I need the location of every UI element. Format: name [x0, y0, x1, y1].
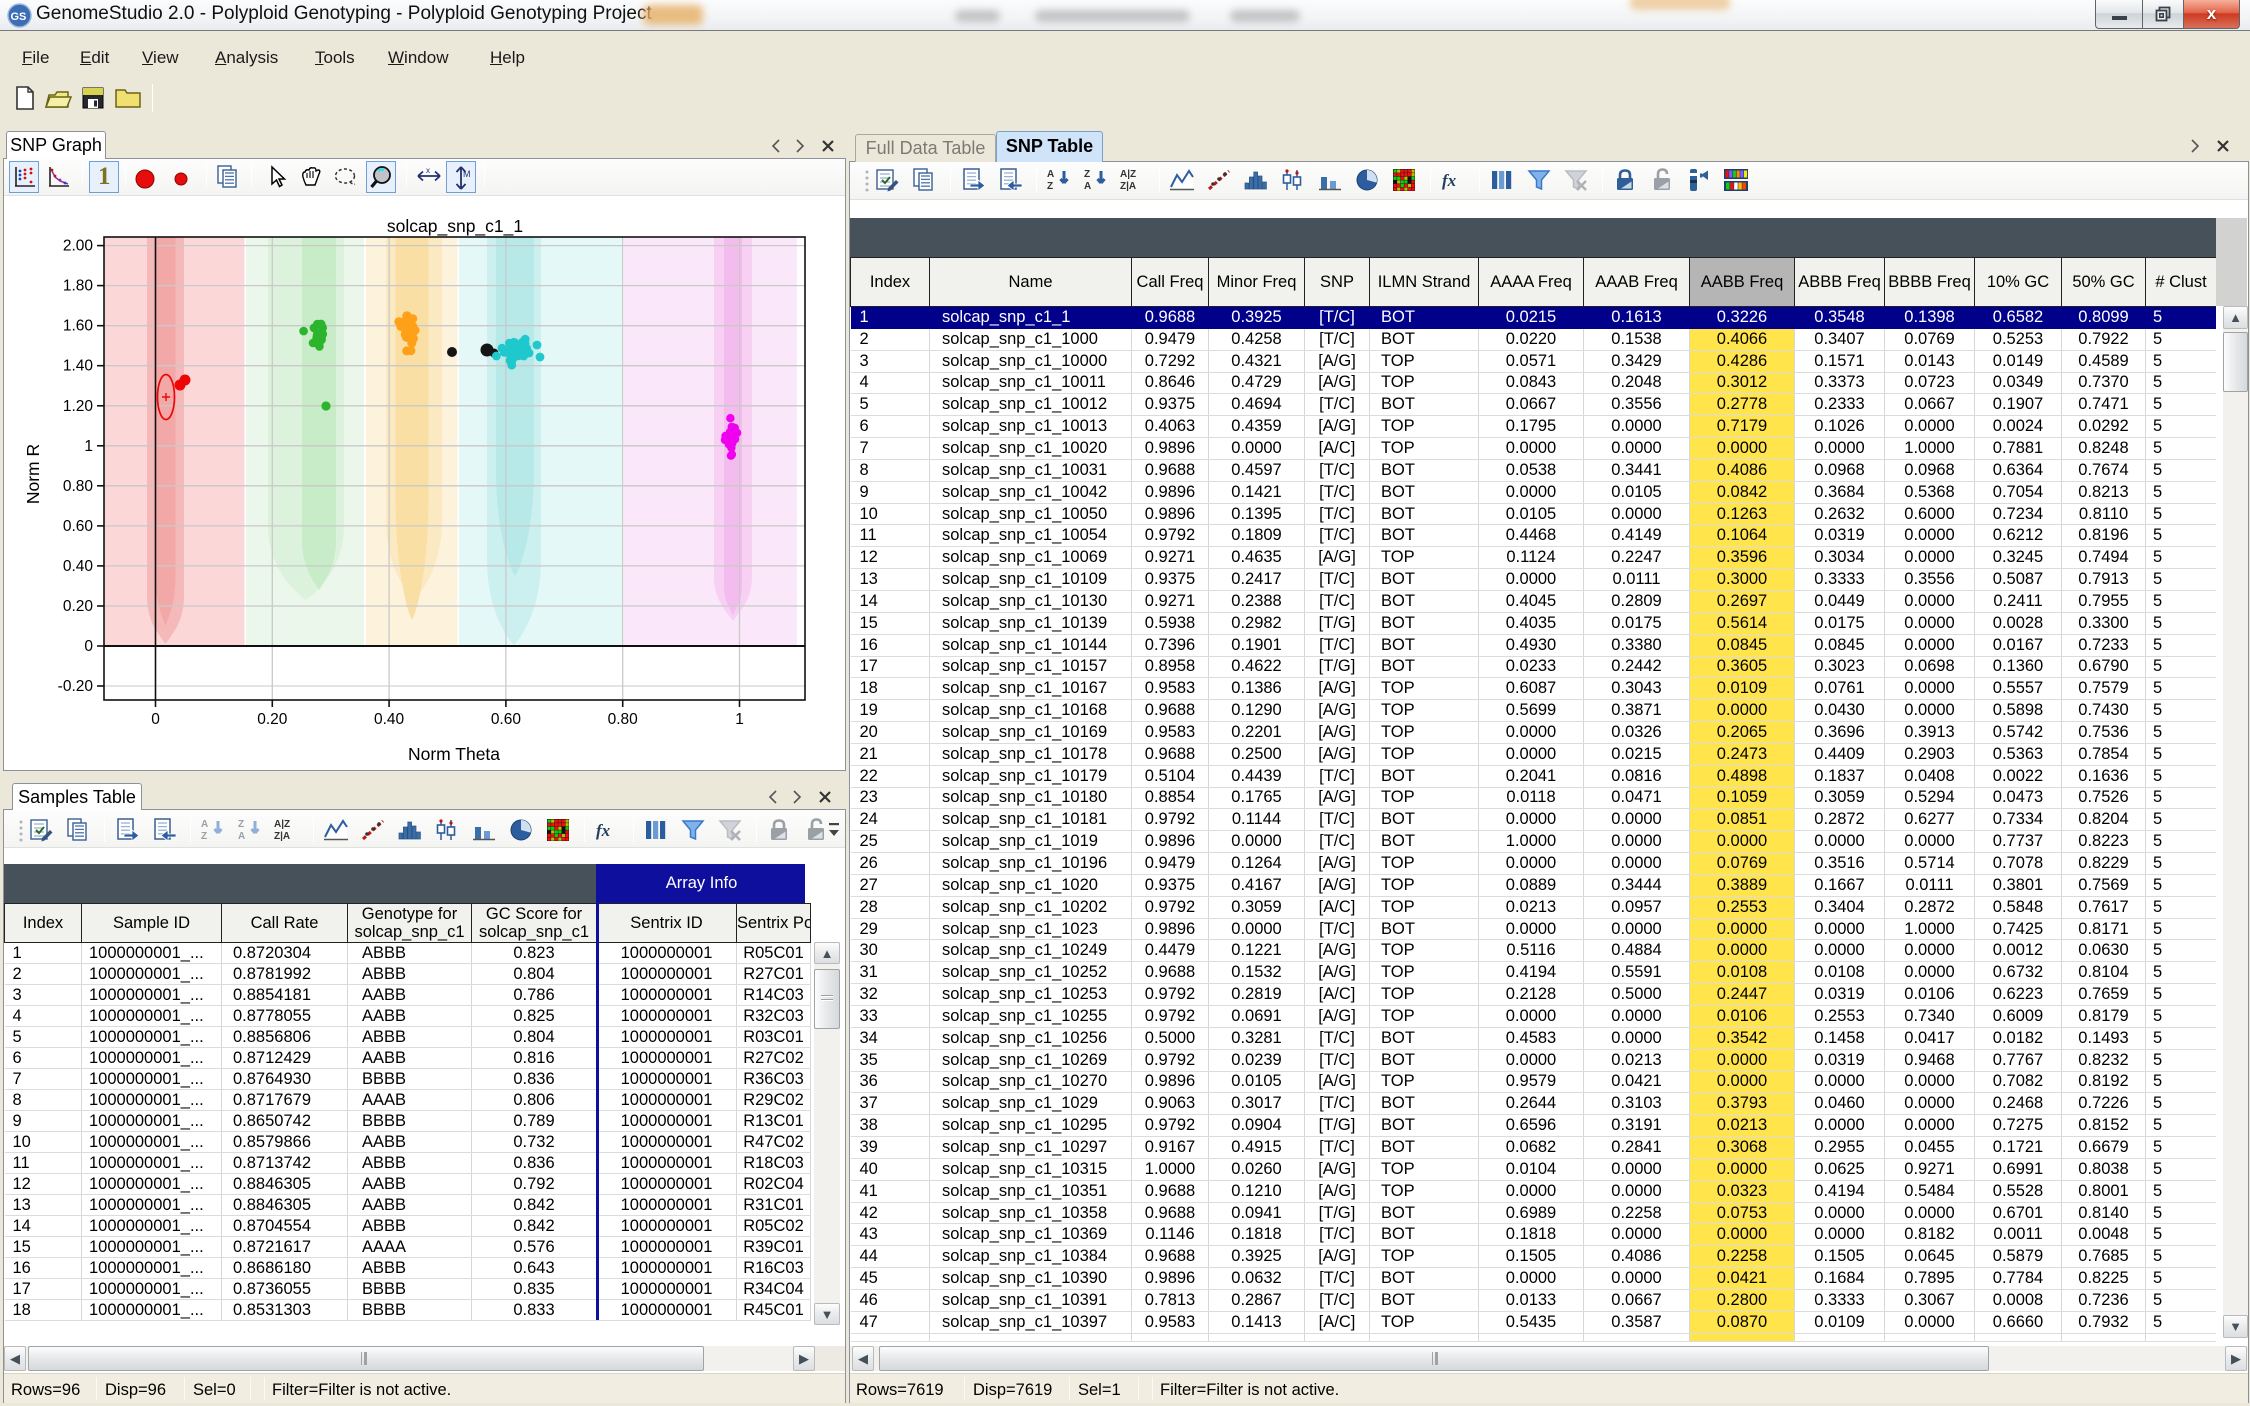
svg-text:1: 1	[84, 438, 93, 455]
svg-text:A: A	[1084, 181, 1091, 192]
svg-text:0: 0	[84, 638, 93, 655]
svg-text:A: A	[238, 831, 245, 842]
svg-text:solcap_snp_c1_1: solcap_snp_c1_1	[387, 216, 523, 237]
svg-text:1.60: 1.60	[63, 318, 94, 335]
svg-text:0.20: 0.20	[63, 598, 94, 615]
svg-text:A|Z: A|Z	[274, 819, 290, 830]
svg-text:1.80: 1.80	[63, 278, 94, 295]
svg-text:Z: Z	[1047, 181, 1053, 192]
svg-text:A: A	[201, 819, 208, 830]
svg-text:Z|A: Z|A	[274, 831, 290, 842]
svg-text:A: A	[1047, 169, 1054, 180]
svg-text:0.60: 0.60	[491, 711, 522, 728]
svg-text:1: 1	[735, 711, 744, 728]
svg-text:Z: Z	[201, 831, 207, 842]
svg-text:M: M	[463, 169, 471, 179]
svg-text:0.40: 0.40	[374, 711, 405, 728]
svg-text:0.20: 0.20	[257, 711, 288, 728]
svg-text:GS: GS	[11, 11, 27, 23]
svg-text:-0.20: -0.20	[58, 678, 94, 695]
svg-text:1.20: 1.20	[63, 398, 94, 415]
svg-text:0.80: 0.80	[63, 478, 94, 495]
svg-text:0.60: 0.60	[63, 518, 94, 535]
svg-text:0: 0	[151, 711, 160, 728]
svg-text:Z|A: Z|A	[1120, 181, 1136, 192]
svg-text:Norm R: Norm R	[23, 444, 43, 504]
svg-text:2.00: 2.00	[63, 238, 94, 255]
svg-text:fx: fx	[596, 821, 611, 840]
svg-text:Z: Z	[238, 819, 244, 830]
svg-text:x: x	[426, 166, 430, 175]
svg-text:Norm Theta: Norm Theta	[408, 744, 500, 764]
svg-text:0.80: 0.80	[608, 711, 639, 728]
svg-text:0.40: 0.40	[63, 558, 94, 575]
svg-text:fx: fx	[1442, 171, 1457, 190]
svg-text:A|Z: A|Z	[1120, 169, 1136, 180]
svg-text:Z: Z	[1084, 169, 1090, 180]
svg-text:1.40: 1.40	[63, 358, 94, 375]
